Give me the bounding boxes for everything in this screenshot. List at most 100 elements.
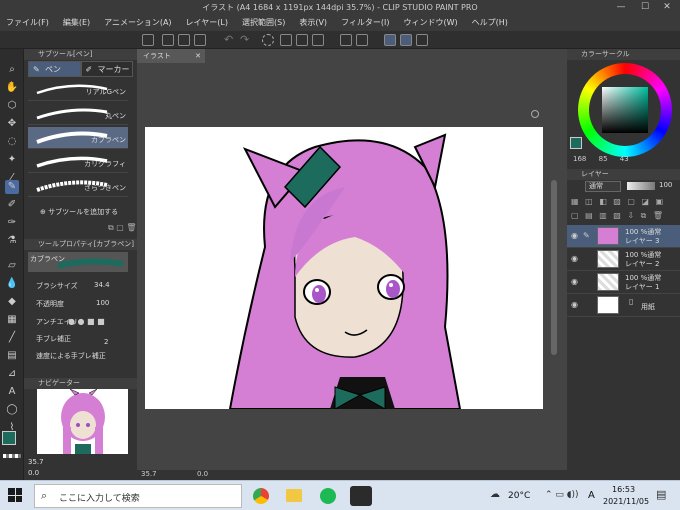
clip-studio-taskbar-icon[interactable] [350, 486, 372, 506]
text-icon[interactable]: A [5, 385, 19, 399]
pen-tool-icon[interactable]: ✎ [5, 180, 19, 194]
taskbar-search-box[interactable]: ⌕ ここに入力して検索 [34, 484, 242, 508]
blend-icon[interactable]: 💧 [5, 277, 19, 291]
brush-item-round-pen[interactable]: 丸ペン [28, 103, 128, 125]
eye-icon[interactable]: ◉ [571, 231, 578, 240]
canvas-paper[interactable] [145, 127, 543, 409]
open-file-icon[interactable] [178, 34, 190, 46]
brush-item-calligraphy[interactable]: カリグラフィ [28, 151, 128, 173]
canvas-zoom-value[interactable]: 35.7 [141, 470, 157, 478]
menu-selection[interactable]: 選択範囲(S) [242, 17, 285, 28]
brush-icon[interactable]: ✑ [5, 216, 19, 230]
chrome-icon[interactable] [253, 488, 269, 504]
frame-icon[interactable]: ▤ [5, 349, 19, 363]
navigator-preview[interactable] [37, 389, 128, 454]
current-color-swatch[interactable] [570, 137, 582, 149]
snap-icon[interactable] [340, 34, 352, 46]
save-icon[interactable] [194, 34, 206, 46]
tray-icons[interactable]: ⌃ ▭ ◖)) [545, 490, 579, 500]
blend-mode-select[interactable]: 通常 [585, 181, 621, 192]
eye-icon[interactable]: ◉ [571, 254, 578, 263]
antialias-options[interactable]: ● ● ■ ■ [68, 317, 105, 326]
color-wheel-sv-square[interactable] [602, 87, 648, 133]
layer-item[interactable]: ◉ 100 %通常 レイヤー 1 [567, 271, 680, 294]
brush-size-value[interactable]: 34.4 [94, 281, 110, 289]
clip-studio-icon[interactable] [142, 34, 154, 46]
fill-icon[interactable] [296, 34, 308, 46]
new-file-icon[interactable] [162, 34, 174, 46]
document-tab[interactable]: イラスト ✕ [137, 49, 205, 63]
menu-view[interactable]: 表示(V) [299, 17, 327, 28]
pen-correction-icon[interactable] [416, 34, 428, 46]
clock-time[interactable]: 16:53 [612, 485, 635, 494]
pen-pressure-icon[interactable] [400, 34, 412, 46]
spotify-icon[interactable] [320, 488, 336, 504]
close-tab-icon[interactable]: ✕ [195, 49, 201, 63]
zoom-icon[interactable]: ⌕ [5, 63, 19, 77]
menu-file[interactable]: ファイル(F) [6, 17, 49, 28]
clear-icon[interactable] [280, 34, 292, 46]
clock-date[interactable]: 2021/11/05 [603, 497, 649, 506]
main-color-swatch[interactable] [2, 431, 16, 445]
minimize-button[interactable]: — [610, 0, 632, 14]
temperature[interactable]: 20°C [508, 491, 530, 501]
maximize-button[interactable]: ☐ [634, 0, 656, 14]
gradient-icon[interactable]: ▦ [5, 313, 19, 327]
navigator-zoom-value[interactable]: 35.7 [28, 458, 44, 466]
canvas-vertical-scrollbar[interactable] [551, 180, 557, 355]
windows-start-icon[interactable] [8, 488, 22, 502]
menu-animation[interactable]: アニメーション(A) [104, 17, 171, 28]
undo-icon[interactable]: ↶ [224, 34, 236, 46]
layer-toolbar-icons-2[interactable]: ▢ ▤ ▥ ▧ ⇩ ⧉ 🗑 [571, 211, 665, 221]
eye-icon[interactable]: ◉ [571, 300, 578, 309]
menu-edit[interactable]: 編集(E) [63, 17, 90, 28]
speed-stabilize-label[interactable]: 速度による手ブレ補正 [36, 351, 126, 361]
tab-pen[interactable]: ✎ ペン [28, 61, 81, 77]
menu-help[interactable]: ヘルプ(H) [472, 17, 508, 28]
pen-stabilize-icon[interactable] [384, 34, 396, 46]
move-icon[interactable]: ✥ [5, 117, 19, 131]
brush-item-kabura-pen[interactable]: カブラペン [28, 127, 128, 149]
close-button[interactable]: ✕ [656, 0, 678, 14]
color-wheel-hue-ring[interactable] [578, 63, 672, 157]
ime-indicator[interactable]: A [588, 490, 595, 501]
snap-ruler-icon[interactable] [356, 34, 368, 46]
transparent-color-icon[interactable] [3, 454, 21, 458]
airbrush-icon[interactable]: ⚗ [5, 234, 19, 248]
opacity-value[interactable]: 100 [96, 299, 109, 307]
layer-item-paper[interactable]: ◉ ▯ 用紙 [567, 294, 680, 317]
deselect-icon[interactable] [262, 34, 274, 46]
figure-icon[interactable]: ╱ [5, 331, 19, 345]
layer-opacity-slider[interactable] [627, 182, 655, 190]
layer-opacity-value[interactable]: 100 [659, 181, 672, 189]
file-explorer-icon[interactable] [286, 489, 302, 502]
tab-marker[interactable]: ✐ マーカー [80, 61, 133, 77]
balloon-icon[interactable]: ◯ [5, 403, 19, 417]
menu-filter[interactable]: フィルター(I) [341, 17, 389, 28]
lasso-icon[interactable]: ◌ [5, 135, 19, 149]
fill-bucket-icon[interactable]: ◆ [5, 295, 19, 309]
layer-toolbar-icons[interactable]: ▦ ◫ ◧ ▨ ▢ ◪ ▣ [571, 197, 665, 206]
navigator-angle-value[interactable]: 0.0 [28, 469, 39, 477]
layer-item[interactable]: ◉ 100 %通常 レイヤー 2 [567, 248, 680, 271]
menu-window[interactable]: ウィンドウ(W) [404, 17, 458, 28]
eraser-icon[interactable]: ▱ [5, 259, 19, 273]
layer-item[interactable]: ◉ ✎ 100 %通常 レイヤー 3 [567, 225, 680, 248]
hand-icon[interactable]: ✋ [5, 81, 19, 95]
magic-wand-icon[interactable]: ✦ [5, 153, 19, 167]
eye-icon[interactable]: ◉ [571, 277, 578, 286]
menu-layer[interactable]: レイヤー(L) [186, 17, 228, 28]
pen-tab-icon: ✎ [33, 65, 40, 74]
stabilize-value[interactable]: 2 [104, 338, 108, 346]
layer-move-icon[interactable]: ⬡ [5, 99, 19, 113]
redo-icon[interactable]: ↷ [240, 34, 252, 46]
pencil-icon[interactable]: ✐ [5, 198, 19, 212]
canvas-angle-value[interactable]: 0.0 [197, 470, 208, 478]
ruler-icon[interactable]: ⊿ [5, 367, 19, 381]
brush-item-real-g-pen[interactable]: リアルGペン [28, 79, 128, 101]
notification-icon[interactable]: ▤ [656, 488, 666, 501]
subtool-footer-icons[interactable]: ⧉ ▢ 🗑 [108, 223, 137, 233]
transform-icon[interactable] [312, 34, 324, 46]
add-subtool-button[interactable]: ⊕ サブツールを追加する [40, 207, 118, 217]
brush-item-rough-pen[interactable]: ざらつきペン [28, 175, 128, 197]
